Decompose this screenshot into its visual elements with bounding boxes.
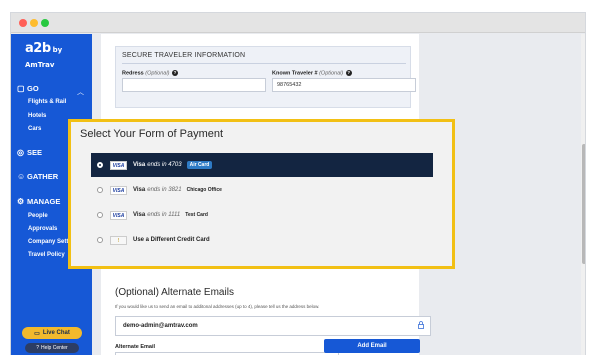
nav-section-label: MANAGE [27,197,61,206]
visa-card-icon: VISA [110,210,127,220]
window-titlebar [11,13,585,33]
nav-item-cars[interactable]: Cars [28,126,41,132]
alternate-emails-title: (Optional) Alternate Emails [115,287,234,298]
nav-section-manage[interactable]: ⚙ MANAGE [17,197,60,206]
card-ending: ends in 3821 [147,187,182,193]
scrollbar[interactable] [581,34,585,355]
nav-item-approvals[interactable]: Approvals [28,226,57,232]
live-chat-button[interactable]: ▭ Live Chat [22,327,82,339]
nav-section-go[interactable]: ▢ GO [17,84,39,93]
help-center-button[interactable]: ? Help Center [25,343,79,353]
nav-item-travel-policy[interactable]: Travel Policy [28,252,65,258]
card-ending: ends in 4703 [147,162,182,168]
different-card-label: Use a Different Credit Card [133,237,210,243]
close-window-button[interactable] [19,19,27,27]
divider [122,63,406,64]
redress-label: Redress (Optional) ? [122,70,178,77]
nav-section-label: SEE [27,148,43,157]
card-tag: Chicago Office [186,187,222,193]
payment-title: Select Your Form of Payment [80,128,224,140]
secure-traveler-section: SECURE TRAVELER INFORMATION Redress (Opt… [115,46,416,108]
nav-section-label: GO [27,84,39,93]
known-traveler-label: Known Traveler # (Optional) ? [272,70,352,77]
existing-email-field[interactable]: demo-admin@amtrav.com [115,316,431,336]
briefcase-icon: ▢ [17,84,25,93]
nav-section-see[interactable]: ◎ SEE [17,148,42,157]
lock-icon [418,321,424,329]
add-email-button[interactable]: Add Email [324,339,420,353]
nav-item-flights-rail[interactable]: Flights & Rail [28,99,66,105]
card-brand: Visa [133,212,146,218]
maximize-window-button[interactable] [41,19,49,27]
radio-button[interactable] [97,162,103,168]
radio-button[interactable] [97,237,103,243]
card-tag: Test Card [185,212,208,218]
card-brand: Visa [133,187,146,193]
alternate-emails-description: If you would like us to send an email to… [115,304,320,309]
info-icon[interactable]: ? [345,70,352,76]
card-brand: Visa [133,162,146,168]
nav-section-label: GATHER [27,172,59,181]
card-ending: ends in 1111 [147,212,181,218]
gear-icon: ⚙ [17,197,25,206]
alternate-email-label: Alternate Email [115,344,156,350]
help-center-label: Help Center [41,345,68,351]
payment-option-visa-3821[interactable]: VISA Visa ends in 3821 Chicago Office [91,178,433,202]
nav-section-gather[interactable]: ☺ GATHER [17,172,58,181]
live-chat-label: Live Chat [42,330,70,336]
card-tag: Air Card [186,161,213,169]
radio-button[interactable] [97,212,103,218]
payment-option-different-card[interactable]: ! Use a Different Credit Card [91,228,433,252]
logo[interactable]: a2b by AmTrav [25,41,92,71]
existing-email-value: demo-admin@amtrav.com [123,323,198,329]
visa-card-icon: VISA [110,185,127,195]
payment-selection-panel: Select Your Form of Payment VISA Visa en… [68,119,455,269]
help-icon: ? [36,345,40,351]
generic-card-icon: ! [110,235,127,245]
section-title: SECURE TRAVELER INFORMATION [122,52,246,59]
radio-button[interactable] [97,187,103,193]
chevron-up-icon[interactable]: ︿ [77,87,84,97]
scrollbar-thumb[interactable] [582,144,585,264]
payment-option-visa-4703[interactable]: VISA Visa ends in 4703 Air Card [91,153,433,177]
nav-item-people[interactable]: People [28,213,48,219]
chat-icon: ▭ [34,330,40,337]
redress-input[interactable] [122,78,266,92]
minimize-window-button[interactable] [30,19,38,27]
nav-item-hotels[interactable]: Hotels [28,113,46,119]
info-icon[interactable]: ? [171,70,178,76]
known-traveler-input[interactable]: 98765432 [272,78,416,92]
visa-card-icon: VISA [110,160,127,170]
eye-icon: ◎ [17,148,24,157]
people-icon: ☺ [17,172,26,181]
logo-text: a2b [25,41,51,56]
payment-option-visa-1111[interactable]: VISA Visa ends in 1111 Test Card [91,203,433,227]
nav-item-company-settings[interactable]: Company Setti [28,239,70,245]
